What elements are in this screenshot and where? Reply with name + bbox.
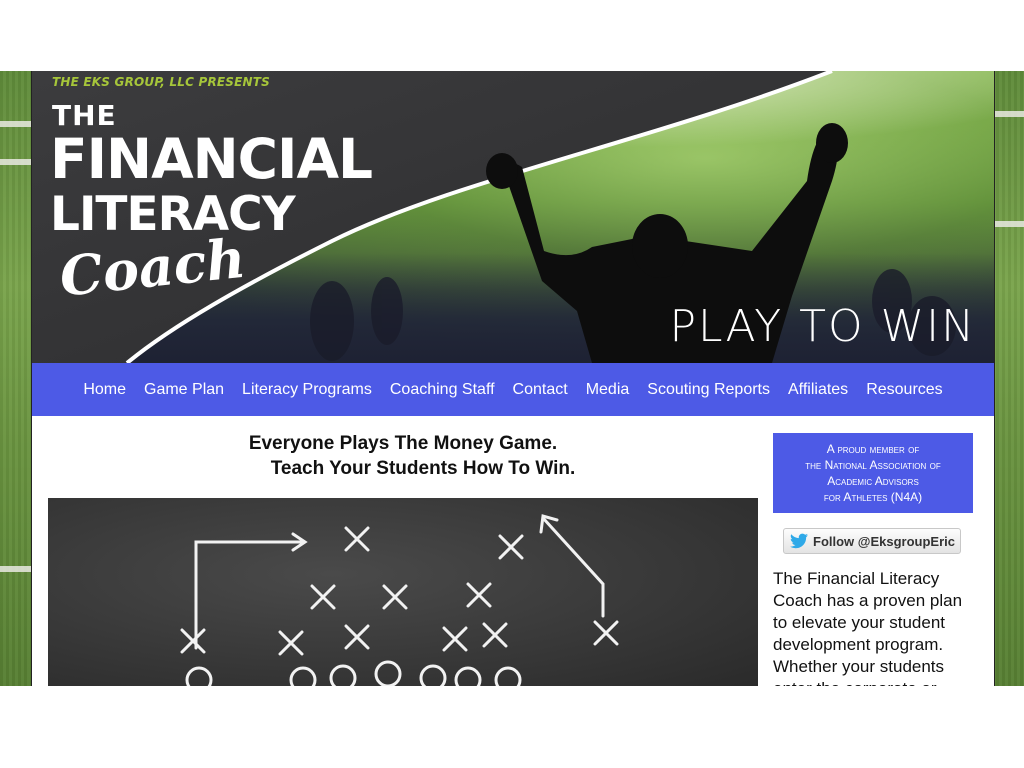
headline-line-2: Teach Your Students How To Win. [270,458,576,479]
headline-line-1: Everyone Plays The Money Game. [248,433,558,454]
main-navigation: Home Game Plan Literacy Programs Coachin… [32,363,994,416]
presents-label: THE EKS GROUP, LLC PRESENTS [52,75,271,89]
page-headline: Everyone Plays The Money Game. Teach You… [47,431,759,481]
tagline: PLAY TO WIN [669,301,976,352]
logo-title-financial: FINANCIAL [50,127,373,191]
twitter-follow-button[interactable]: Follow @EksgroupEric [783,528,961,554]
nav-game-plan[interactable]: Game Plan [135,381,233,399]
football-play-diagram [180,514,619,686]
main-content: Everyone Plays The Money Game. Teach You… [47,431,759,686]
member-line-1: A proud member of [826,442,920,456]
member-line-2: the National Association of [805,458,941,472]
sidebar-intro-text: The Financial Literacy Coach has a prove… [773,569,963,686]
member-line-4: for Athletes (N4A) [823,490,923,504]
nav-contact[interactable]: Contact [504,381,577,399]
n4a-membership-box[interactable]: A proud member of the National Associati… [773,433,973,513]
nav-media[interactable]: Media [577,381,639,399]
nav-scouting-reports[interactable]: Scouting Reports [638,381,779,399]
chalkboard-play-image [48,498,758,686]
sidebar: A proud member of the National Associati… [773,433,973,686]
nav-literacy-programs[interactable]: Literacy Programs [233,381,381,399]
nav-resources[interactable]: Resources [857,381,951,399]
twitter-bird-icon [790,533,808,549]
site-header-banner: THE EKS GROUP, LLC PRESENTS THE FINANCIA… [32,71,994,363]
nav-affiliates[interactable]: Affiliates [779,381,857,399]
follow-label: Follow @EksgroupEric [813,533,955,549]
member-line-3: Academic Advisors [827,474,919,488]
nav-home[interactable]: Home [74,381,135,399]
nav-coaching-staff[interactable]: Coaching Staff [381,381,504,399]
page-container: THE EKS GROUP, LLC PRESENTS THE FINANCIA… [31,71,995,686]
